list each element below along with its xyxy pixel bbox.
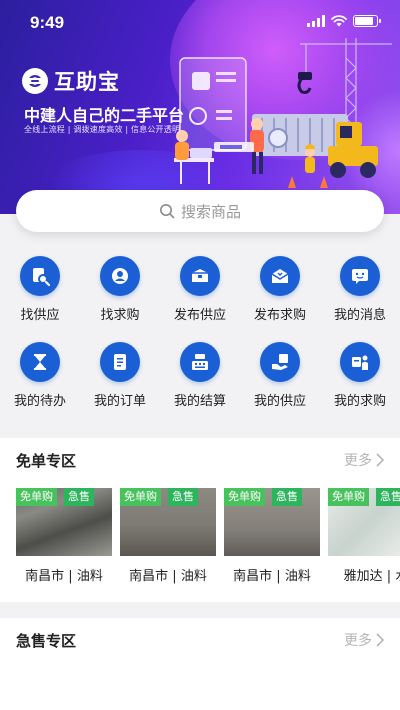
section-title: 急售专区 — [16, 631, 77, 650]
battery-icon — [353, 15, 381, 27]
quick-action-grid: 找供应 找求购 发布供应 发布求购 我的消息 我的待办 我的订单 我的结算 我的… — [0, 256, 400, 428]
urgent-tag: 急售 — [64, 488, 94, 506]
grid-item-my-demand[interactable]: 我的求购 — [320, 342, 400, 428]
grid-item-label: 我的供应 — [253, 394, 306, 409]
search-input[interactable]: 搜索商品 — [16, 190, 384, 232]
signal-icon — [307, 15, 325, 27]
mail-icon — [260, 256, 300, 296]
product-image: 免单购 急售 — [328, 488, 400, 556]
grid-item-my-messages[interactable]: 我的消息 — [320, 256, 400, 342]
free-tag: 免单购 — [120, 488, 161, 506]
product-carousel[interactable]: 免单购 急售 南昌市 | 油料 免单购 急售 南昌市 | 油料 免单购 急售 南… — [0, 482, 400, 584]
chat-icon — [340, 256, 380, 296]
grid-item-label: 我的结算 — [173, 394, 226, 409]
wifi-icon — [331, 15, 347, 27]
free-order-section: 免单专区 更多 免单购 急售 南昌市 | 油料 免单购 急售 南昌市 | 油料 … — [0, 438, 400, 602]
banner-tagline: 中建人自己的二手平台 — [24, 106, 185, 125]
section-title: 免单专区 — [16, 451, 77, 470]
urgent-tag: 急售 — [376, 488, 400, 506]
product-card[interactable]: 免单购 急售 南昌市 | 油料 — [120, 488, 216, 584]
product-card[interactable]: 免单购 急售 雅加达 | 水 — [328, 488, 400, 584]
product-label: 雅加达 | 水 — [343, 569, 400, 584]
urgent-tag: 急售 — [168, 488, 198, 506]
grid-item-find-supply[interactable]: 找供应 — [0, 256, 80, 342]
box-icon — [180, 256, 220, 296]
chevron-right-icon — [376, 633, 384, 647]
product-label: 南昌市 | 油料 — [25, 569, 103, 584]
grid-item-my-settlement[interactable]: 我的结算 — [160, 342, 240, 428]
product-label: 南昌市 | 油料 — [233, 569, 311, 584]
grid-item-label: 我的消息 — [333, 308, 386, 323]
grid-item-my-todo[interactable]: 我的待办 — [0, 342, 80, 428]
banner-illustration — [174, 38, 392, 188]
more-label: 更多 — [344, 453, 372, 469]
search-icon — [20, 256, 60, 296]
chevron-right-icon — [376, 453, 384, 467]
more-link[interactable]: 更多 — [344, 450, 384, 470]
grid-item-label: 发布求购 — [253, 308, 306, 323]
status-time: 9:49 — [30, 13, 65, 32]
grid-item-label: 我的待办 — [13, 394, 66, 409]
urgent-tag: 急售 — [272, 488, 302, 506]
search-placeholder: 搜索商品 — [180, 202, 241, 221]
document-icon — [100, 342, 140, 382]
grid-item-my-orders[interactable]: 我的订单 — [80, 342, 160, 428]
hourglass-icon — [20, 342, 60, 382]
cash-register-icon — [180, 342, 220, 382]
grid-item-label: 我的求购 — [333, 394, 386, 409]
grid-item-find-demand[interactable]: 找求购 — [80, 256, 160, 342]
grid-item-my-supply[interactable]: 我的供应 — [240, 342, 320, 428]
user-search-icon — [100, 256, 140, 296]
status-bar: 9:49 — [0, 0, 400, 44]
product-label: 南昌市 | 油料 — [129, 569, 207, 584]
grid-item-label: 发布供应 — [173, 308, 226, 323]
free-tag: 免单购 — [328, 488, 369, 506]
product-image: 免单购 急售 — [120, 488, 216, 556]
grid-item-label: 找供应 — [20, 308, 60, 323]
free-tag: 免单购 — [224, 488, 265, 506]
product-card[interactable]: 免单购 急售 南昌市 | 油料 — [224, 488, 320, 584]
logo-mark-icon — [22, 68, 48, 94]
status-icons — [307, 15, 381, 27]
grid-row: 我的待办 我的订单 我的结算 我的供应 我的求购 — [0, 342, 400, 428]
hero-banner[interactable]: 9:49 互助宝 中建人自己的二手平台 全线上流程 | 调拨速度高效 | 信息公… — [0, 0, 400, 214]
more-label: 更多 — [344, 633, 372, 649]
grid-item-label: 找求购 — [100, 308, 140, 323]
urgent-sale-section: 急售专区 更多 — [0, 618, 400, 710]
brand-name: 互助宝 — [54, 70, 120, 94]
grid-item-label: 我的订单 — [93, 394, 146, 409]
product-image: 免单购 急售 — [224, 488, 320, 556]
product-image: 免单购 急售 — [16, 488, 112, 556]
cart-person-icon — [340, 342, 380, 382]
grid-row: 找供应 找求购 发布供应 发布求购 我的消息 — [0, 256, 400, 342]
handshake-icon — [260, 342, 300, 382]
search-icon — [159, 204, 175, 219]
section-header: 免单专区 更多 — [0, 438, 400, 482]
banner-subtagline: 全线上流程 | 调拨速度高效 | 信息公开透明 — [24, 125, 181, 134]
grid-item-post-supply[interactable]: 发布供应 — [160, 256, 240, 342]
more-link[interactable]: 更多 — [344, 630, 384, 650]
section-header: 急售专区 更多 — [0, 618, 400, 662]
brand-logo: 互助宝 — [22, 66, 120, 96]
product-card[interactable]: 免单购 急售 南昌市 | 油料 — [16, 488, 112, 584]
grid-item-post-demand[interactable]: 发布求购 — [240, 256, 320, 342]
free-tag: 免单购 — [16, 488, 57, 506]
